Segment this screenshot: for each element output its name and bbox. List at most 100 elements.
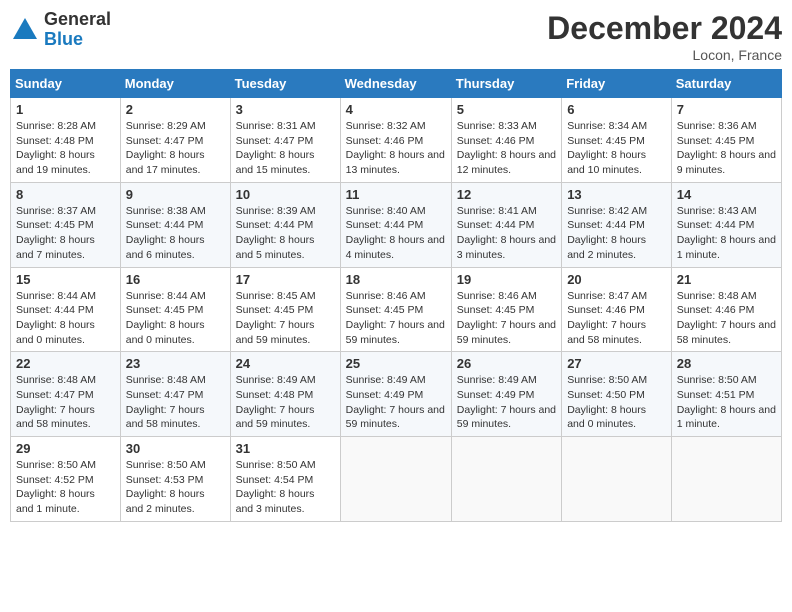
calendar-cell: 13 Sunrise: 8:42 AMSunset: 4:44 PMDayligh…	[562, 182, 672, 267]
day-number: 7	[677, 102, 776, 117]
logo: General Blue	[10, 10, 111, 50]
day-number: 18	[346, 272, 446, 287]
calendar-cell	[671, 437, 781, 522]
calendar-cell: 18 Sunrise: 8:46 AMSunset: 4:45 PMDayligh…	[340, 267, 451, 352]
month-title: December 2024	[547, 10, 782, 47]
day-number: 12	[457, 187, 556, 202]
day-info: Sunrise: 8:48 AMSunset: 4:47 PMDaylight:…	[126, 373, 225, 432]
day-info: Sunrise: 8:48 AMSunset: 4:46 PMDaylight:…	[677, 289, 776, 348]
calendar-cell: 16 Sunrise: 8:44 AMSunset: 4:45 PMDayligh…	[120, 267, 230, 352]
day-info: Sunrise: 8:47 AMSunset: 4:46 PMDaylight:…	[567, 289, 666, 348]
calendar-table: SundayMondayTuesdayWednesdayThursdayFrid…	[10, 69, 782, 522]
calendar-week-1: 1 Sunrise: 8:28 AMSunset: 4:48 PMDaylight…	[11, 98, 782, 183]
calendar-cell: 1 Sunrise: 8:28 AMSunset: 4:48 PMDaylight…	[11, 98, 121, 183]
day-number: 19	[457, 272, 556, 287]
weekday-header-monday: Monday	[120, 70, 230, 98]
day-info: Sunrise: 8:50 AMSunset: 4:52 PMDaylight:…	[16, 458, 115, 517]
calendar-week-4: 22 Sunrise: 8:48 AMSunset: 4:47 PMDayligh…	[11, 352, 782, 437]
location: Locon, France	[547, 47, 782, 63]
day-info: Sunrise: 8:46 AMSunset: 4:45 PMDaylight:…	[346, 289, 446, 348]
calendar-cell: 21 Sunrise: 8:48 AMSunset: 4:46 PMDayligh…	[671, 267, 781, 352]
day-info: Sunrise: 8:42 AMSunset: 4:44 PMDaylight:…	[567, 204, 666, 263]
weekday-header-friday: Friday	[562, 70, 672, 98]
day-number: 13	[567, 187, 666, 202]
day-info: Sunrise: 8:44 AMSunset: 4:45 PMDaylight:…	[126, 289, 225, 348]
logo-blue: Blue	[44, 29, 83, 49]
day-number: 8	[16, 187, 115, 202]
day-number: 14	[677, 187, 776, 202]
day-info: Sunrise: 8:28 AMSunset: 4:48 PMDaylight:…	[16, 119, 115, 178]
calendar-cell: 8 Sunrise: 8:37 AMSunset: 4:45 PMDaylight…	[11, 182, 121, 267]
calendar-cell: 23Sunrise: 8:48 AMSunset: 4:47 PMDayligh…	[120, 352, 230, 437]
calendar-cell: 26Sunrise: 8:49 AMSunset: 4:49 PMDayligh…	[451, 352, 561, 437]
calendar-cell: 30Sunrise: 8:50 AMSunset: 4:53 PMDayligh…	[120, 437, 230, 522]
calendar-cell: 5Sunrise: 8:33 AMSunset: 4:46 PMDaylight…	[451, 98, 561, 183]
day-number: 10	[236, 187, 335, 202]
day-info: Sunrise: 8:44 AMSunset: 4:44 PMDaylight:…	[16, 289, 115, 348]
day-info: Sunrise: 8:50 AMSunset: 4:51 PMDaylight:…	[677, 373, 776, 432]
logo-general: General	[44, 9, 111, 29]
calendar-week-3: 15 Sunrise: 8:44 AMSunset: 4:44 PMDayligh…	[11, 267, 782, 352]
weekday-header-saturday: Saturday	[671, 70, 781, 98]
calendar-cell: 31 Sunrise: 8:50 AMSunset: 4:54 PMDayligh…	[230, 437, 340, 522]
day-info: Sunrise: 8:38 AMSunset: 4:44 PMDaylight:…	[126, 204, 225, 263]
day-number: 26	[457, 356, 556, 371]
calendar-cell	[340, 437, 451, 522]
day-number: 15	[16, 272, 115, 287]
day-number: 20	[567, 272, 666, 287]
calendar-cell: 24Sunrise: 8:49 AMSunset: 4:48 PMDayligh…	[230, 352, 340, 437]
day-info: Sunrise: 8:33 AMSunset: 4:46 PMDaylight:…	[457, 119, 556, 178]
title-area: December 2024 Locon, France	[547, 10, 782, 63]
day-number: 21	[677, 272, 776, 287]
day-number: 16	[126, 272, 225, 287]
calendar-cell	[451, 437, 561, 522]
calendar-cell: 25Sunrise: 8:49 AMSunset: 4:49 PMDayligh…	[340, 352, 451, 437]
day-info: Sunrise: 8:34 AMSunset: 4:45 PMDaylight:…	[567, 119, 666, 178]
day-info: Sunrise: 8:32 AMSunset: 4:46 PMDaylight:…	[346, 119, 446, 178]
calendar-cell: 22 Sunrise: 8:48 AMSunset: 4:47 PMDayligh…	[11, 352, 121, 437]
day-number: 30	[126, 441, 225, 456]
calendar-cell: 19 Sunrise: 8:46 AMSunset: 4:45 PMDayligh…	[451, 267, 561, 352]
day-number: 11	[346, 187, 446, 202]
day-info: Sunrise: 8:41 AMSunset: 4:44 PMDaylight:…	[457, 204, 556, 263]
weekday-header-tuesday: Tuesday	[230, 70, 340, 98]
day-info: Sunrise: 8:46 AMSunset: 4:45 PMDaylight:…	[457, 289, 556, 348]
weekday-header-wednesday: Wednesday	[340, 70, 451, 98]
day-info: Sunrise: 8:36 AMSunset: 4:45 PMDaylight:…	[677, 119, 776, 178]
weekday-header-sunday: Sunday	[11, 70, 121, 98]
day-info: Sunrise: 8:49 AMSunset: 4:49 PMDaylight:…	[346, 373, 446, 432]
calendar-cell: 28 Sunrise: 8:50 AMSunset: 4:51 PMDayligh…	[671, 352, 781, 437]
calendar-cell: 4 Sunrise: 8:32 AMSunset: 4:46 PMDaylight…	[340, 98, 451, 183]
day-number: 29	[16, 441, 115, 456]
calendar-week-5: 29 Sunrise: 8:50 AMSunset: 4:52 PMDayligh…	[11, 437, 782, 522]
day-info: Sunrise: 8:39 AMSunset: 4:44 PMDaylight:…	[236, 204, 335, 263]
day-number: 31	[236, 441, 335, 456]
day-number: 1	[16, 102, 115, 117]
day-number: 4	[346, 102, 446, 117]
day-number: 28	[677, 356, 776, 371]
day-number: 22	[16, 356, 115, 371]
day-info: Sunrise: 8:43 AMSunset: 4:44 PMDaylight:…	[677, 204, 776, 263]
day-number: 27	[567, 356, 666, 371]
day-info: Sunrise: 8:31 AMSunset: 4:47 PMDaylight:…	[236, 119, 335, 178]
calendar-cell: 12 Sunrise: 8:41 AMSunset: 4:44 PMDayligh…	[451, 182, 561, 267]
day-info: Sunrise: 8:50 AMSunset: 4:50 PMDaylight:…	[567, 373, 666, 432]
day-info: Sunrise: 8:48 AMSunset: 4:47 PMDaylight:…	[16, 373, 115, 432]
weekday-header-thursday: Thursday	[451, 70, 561, 98]
day-info: Sunrise: 8:29 AMSunset: 4:47 PMDaylight:…	[126, 119, 225, 178]
calendar-cell: 20 Sunrise: 8:47 AMSunset: 4:46 PMDayligh…	[562, 267, 672, 352]
calendar-cell	[562, 437, 672, 522]
day-info: Sunrise: 8:45 AMSunset: 4:45 PMDaylight:…	[236, 289, 335, 348]
calendar-cell: 10 Sunrise: 8:39 AMSunset: 4:44 PMDayligh…	[230, 182, 340, 267]
day-info: Sunrise: 8:37 AMSunset: 4:45 PMDaylight:…	[16, 204, 115, 263]
calendar-cell: 2 Sunrise: 8:29 AMSunset: 4:47 PMDaylight…	[120, 98, 230, 183]
day-number: 3	[236, 102, 335, 117]
day-number: 2	[126, 102, 225, 117]
day-info: Sunrise: 8:50 AMSunset: 4:54 PMDaylight:…	[236, 458, 335, 517]
day-number: 17	[236, 272, 335, 287]
day-number: 24	[236, 356, 335, 371]
calendar-week-2: 8 Sunrise: 8:37 AMSunset: 4:45 PMDaylight…	[11, 182, 782, 267]
day-number: 9	[126, 187, 225, 202]
calendar-cell: 7 Sunrise: 8:36 AMSunset: 4:45 PMDaylight…	[671, 98, 781, 183]
calendar-cell: 17 Sunrise: 8:45 AMSunset: 4:45 PMDayligh…	[230, 267, 340, 352]
